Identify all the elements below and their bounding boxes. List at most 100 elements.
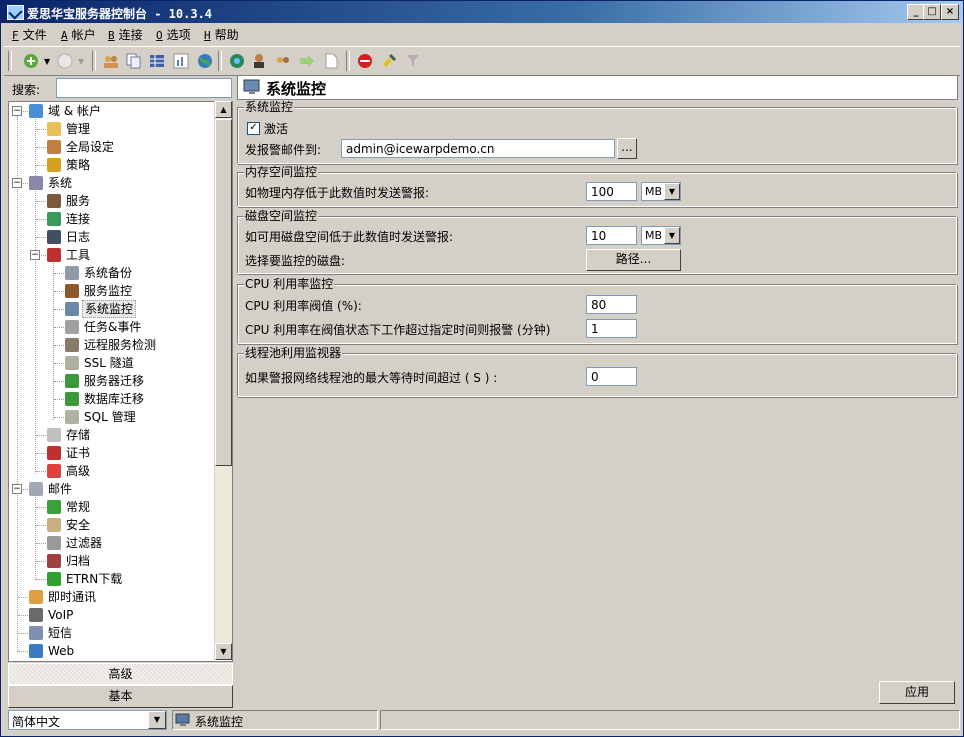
users-icon[interactable] xyxy=(102,52,120,70)
activate-label: 激活 xyxy=(264,122,289,136)
scroll-thumb[interactable] xyxy=(215,119,232,466)
tree-item[interactable]: 任务&事件 xyxy=(9,318,214,336)
navigation-tree: − − − − 域 & 帐户 管理 全局设定 策略 系统 服务 连接 日志 工具 系统备份 服务监控… xyxy=(8,101,233,662)
headset-icon xyxy=(29,608,43,622)
tree-item[interactable]: 远程服务检测 xyxy=(9,336,214,354)
tree-item[interactable]: SSL 隧道 xyxy=(9,354,214,372)
menu-connection[interactable]: B 连接 xyxy=(108,26,143,43)
group-cpu-monitor: CPU 利用率监控 CPU 利用率阀值 (%): 80 CPU 利用率在阀值状态… xyxy=(237,277,957,344)
maximize-button[interactable]: □ xyxy=(923,4,941,20)
toolbar: ▼ ▼ xyxy=(4,46,960,76)
tree-item-label: 管理 xyxy=(66,122,91,136)
tree-item[interactable]: 邮件 xyxy=(9,480,214,498)
monitor-icon xyxy=(243,79,260,94)
chevron-down-icon[interactable]: ▼ xyxy=(78,57,84,66)
disabled-circle-icon[interactable] xyxy=(56,52,74,70)
tree-item[interactable]: 系统 xyxy=(9,174,214,192)
scroll-up-button[interactable]: ▲ xyxy=(215,101,232,118)
disk-unit-select[interactable]: MB ▼ xyxy=(641,226,681,245)
path-button[interactable]: 路径... xyxy=(586,249,681,271)
activate-checkbox[interactable]: ✓ xyxy=(247,122,260,135)
globe-icon[interactable] xyxy=(196,52,214,70)
tree-item[interactable]: 短信 xyxy=(9,624,214,642)
group-legend: CPU 利用率监控 xyxy=(244,277,335,291)
menu-options[interactable]: O 选项 xyxy=(156,26,191,43)
forward-icon[interactable] xyxy=(298,52,316,70)
tree-item-label: 高级 xyxy=(66,464,91,478)
tab-basic[interactable]: 基本 xyxy=(8,685,233,708)
tree-item[interactable]: 安全 xyxy=(9,516,214,534)
tree-item[interactable]: 域 & 帐户 xyxy=(9,102,214,120)
grid-icon[interactable] xyxy=(148,52,166,70)
copy-icon[interactable] xyxy=(124,52,142,70)
search-input[interactable] xyxy=(56,78,232,98)
menu-account[interactable]: A 帐户 xyxy=(61,26,96,43)
group-icon[interactable] xyxy=(274,52,292,70)
tree-item[interactable]: 存储 xyxy=(9,426,214,444)
tree-item-label: 系统 xyxy=(48,176,73,190)
tree-scrollbar[interactable]: ▲ ▼ xyxy=(214,101,232,660)
tab-advanced[interactable]: 高级 xyxy=(8,663,233,685)
memory-threshold-input[interactable]: 100 xyxy=(586,182,637,201)
tree-item-label: VoIP xyxy=(48,608,74,622)
tree-item[interactable]: 工具 xyxy=(9,246,214,264)
tree-item[interactable]: 服务器迁移 xyxy=(9,372,214,390)
tree-item-label: 服务监控 xyxy=(84,284,133,298)
document-icon[interactable] xyxy=(322,52,340,70)
tree-item[interactable]: Web xyxy=(9,642,214,660)
cpu-duration-input[interactable]: 1 xyxy=(586,319,637,338)
advanced-icon xyxy=(47,464,61,478)
alert-email-input[interactable]: admin@icewarpdemo.cn xyxy=(341,139,615,158)
language-value: 简体中文 xyxy=(12,715,61,729)
tree-item[interactable]: 管理 xyxy=(9,120,214,138)
tree-item[interactable]: 系统备份 xyxy=(9,264,214,282)
menu-help[interactable]: H 帮助 xyxy=(204,26,239,43)
chevron-down-icon[interactable]: ▼ xyxy=(664,183,680,200)
chevron-down-icon[interactable]: ▼ xyxy=(664,227,680,244)
disk-threshold-input[interactable]: 10 xyxy=(586,226,637,245)
apply-button[interactable]: 应用 xyxy=(879,681,955,704)
scroll-down-button[interactable]: ▼ xyxy=(215,643,232,660)
tree-item[interactable]: 策略 xyxy=(9,156,214,174)
tree-item[interactable]: 服务 xyxy=(9,192,214,210)
chevron-down-icon[interactable]: ▼ xyxy=(148,711,166,729)
tree-item[interactable]: 数据库迁移 xyxy=(9,390,214,408)
tree-item[interactable]: 全局设定 xyxy=(9,138,214,156)
group-system-monitor: 系统监控 ✓ 激活 发报警邮件到: admin@icewarpdemo.cn .… xyxy=(237,100,957,164)
stop-icon[interactable] xyxy=(356,52,374,70)
tree-item[interactable]: ETRN下载 xyxy=(9,570,214,588)
tree-item[interactable]: 即时通讯 xyxy=(9,588,214,606)
disk-threshold-label: 如可用磁盘空间低于此数值时发送警报: xyxy=(245,230,454,244)
tree-item[interactable]: VoIP xyxy=(9,606,214,624)
chevron-down-icon[interactable]: ▼ xyxy=(44,57,50,66)
migrate-icon xyxy=(65,374,79,388)
tree-item[interactable]: 系统监控 xyxy=(9,300,214,318)
threadpool-input[interactable]: 0 xyxy=(586,367,637,386)
tree-item-label: 域 & 帐户 xyxy=(48,104,101,118)
tree-item[interactable]: 过滤器 xyxy=(9,534,214,552)
app-logo-icon xyxy=(7,5,24,20)
funnel-icon[interactable] xyxy=(404,52,422,70)
tree-item[interactable]: 归档 xyxy=(9,552,214,570)
certificate-icon xyxy=(47,446,61,460)
user-icon[interactable] xyxy=(250,52,268,70)
chart-icon[interactable] xyxy=(172,52,190,70)
menu-file[interactable]: F 文件 xyxy=(12,26,47,43)
new-add-icon[interactable] xyxy=(22,52,40,70)
close-button[interactable]: × xyxy=(941,4,959,20)
cpu-threshold-input[interactable]: 80 xyxy=(586,295,637,314)
tree-item[interactable]: 证书 xyxy=(9,444,214,462)
tree-item[interactable]: 服务监控 xyxy=(9,282,214,300)
tree-item[interactable]: 日志 xyxy=(9,228,214,246)
globe-icon[interactable] xyxy=(228,52,246,70)
tree-item[interactable]: 高级 xyxy=(9,462,214,480)
language-select[interactable]: 简体中文 ▼ xyxy=(8,710,167,730)
tools-icon[interactable] xyxy=(380,52,398,70)
browse-button[interactable]: ... xyxy=(617,138,637,159)
memory-unit-select[interactable]: MB ▼ xyxy=(641,182,681,201)
tree-item[interactable]: 连接 xyxy=(9,210,214,228)
tree-item[interactable]: SQL 管理 xyxy=(9,408,214,426)
tree-item[interactable]: 常规 xyxy=(9,498,214,516)
window-title: 爱思华宝服务器控制台 - 10.3.4 xyxy=(27,7,213,21)
globe-icon xyxy=(29,104,43,118)
